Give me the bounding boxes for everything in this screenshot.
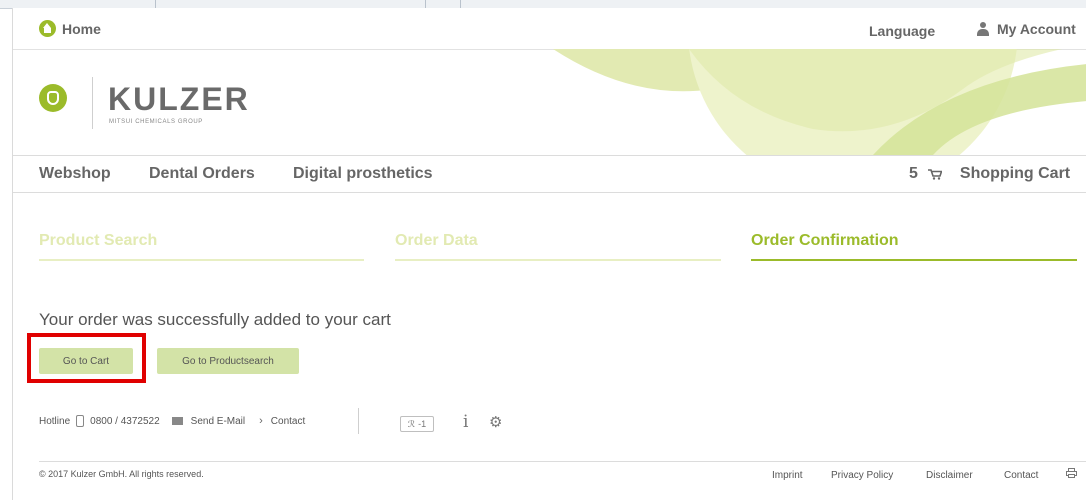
highlight-box	[27, 333, 146, 383]
logo-divider	[92, 77, 93, 129]
phone-icon	[76, 415, 85, 427]
footer-contact: Hotline 0800 / 4372522 Send E-Mail › Con…	[39, 415, 305, 427]
gear-icon[interactable]: ⚙	[489, 413, 502, 431]
page: Home Language My Account KULZER MITSUI C…	[12, 8, 1086, 500]
home-link[interactable]: Home	[39, 20, 101, 37]
footer-divider	[358, 408, 359, 434]
chevron-right-icon: ›	[259, 415, 263, 427]
imprint-link[interactable]: Imprint	[772, 470, 803, 481]
step-product-search-line	[39, 259, 364, 261]
home-label: Home	[62, 20, 101, 37]
contact-link[interactable]: Contact	[271, 416, 305, 427]
kulzer-logo-mark	[39, 84, 67, 112]
language-link[interactable]: Language	[869, 23, 935, 39]
send-email-link[interactable]: Send E-Mail	[191, 416, 245, 427]
disclaimer-link[interactable]: Disclaimer	[926, 470, 973, 481]
cart-icon	[927, 168, 942, 180]
main-nav: Webshop Dental Orders Digital prosthetic…	[13, 156, 1086, 193]
step-order-confirmation: Order Confirmation	[751, 232, 899, 249]
step-product-search: Product Search	[39, 232, 158, 249]
go-to-productsearch-button[interactable]: Go to Productsearch	[157, 348, 299, 374]
copyright: © 2017 Kulzer GmbH. All rights reserved.	[39, 469, 204, 479]
hotline-label: Hotline	[39, 415, 71, 427]
step-order-data: Order Data	[395, 232, 478, 249]
frame-divider	[460, 0, 461, 8]
footer-contact-link[interactable]: Contact	[1004, 470, 1038, 481]
account-label: My Account	[997, 21, 1076, 37]
success-message: Your order was successfully added to you…	[39, 310, 391, 329]
site-header: KULZER MITSUI CHEMICALS GROUP	[13, 49, 1086, 156]
brand-tagline: MITSUI CHEMICALS GROUP	[109, 119, 203, 125]
step-order-data-line	[395, 259, 721, 261]
frame-divider	[425, 0, 426, 8]
nav-webshop[interactable]: Webshop	[39, 165, 111, 183]
footer-rule	[39, 461, 1086, 462]
brand-name: KULZER	[108, 81, 250, 117]
info-icon[interactable]: i	[463, 412, 468, 432]
home-icon	[39, 20, 56, 37]
nav-digital-prosthetics[interactable]: Digital prosthetics	[293, 165, 433, 183]
social-count: -1	[418, 419, 427, 429]
social-icon: ℛ	[407, 418, 416, 429]
social-plus-button[interactable]: ℛ -1	[400, 416, 434, 432]
my-account-link[interactable]: My Account	[977, 21, 1076, 37]
top-bar: Home Language My Account	[13, 8, 1086, 50]
privacy-policy-link[interactable]: Privacy Policy	[831, 470, 893, 481]
frame-divider	[155, 0, 156, 8]
hotline-number[interactable]: 0800 / 4372522	[90, 416, 160, 427]
nav-dental-orders[interactable]: Dental Orders	[149, 165, 255, 183]
print-icon[interactable]	[1066, 468, 1077, 478]
step-order-confirmation-line	[751, 259, 1077, 261]
user-icon	[977, 22, 989, 36]
cart-count: 5	[909, 165, 918, 182]
cart-label: Shopping Cart	[959, 165, 1071, 182]
shopping-cart-link[interactable]: 5 Shopping Cart	[909, 165, 1070, 183]
mail-icon	[171, 417, 183, 425]
